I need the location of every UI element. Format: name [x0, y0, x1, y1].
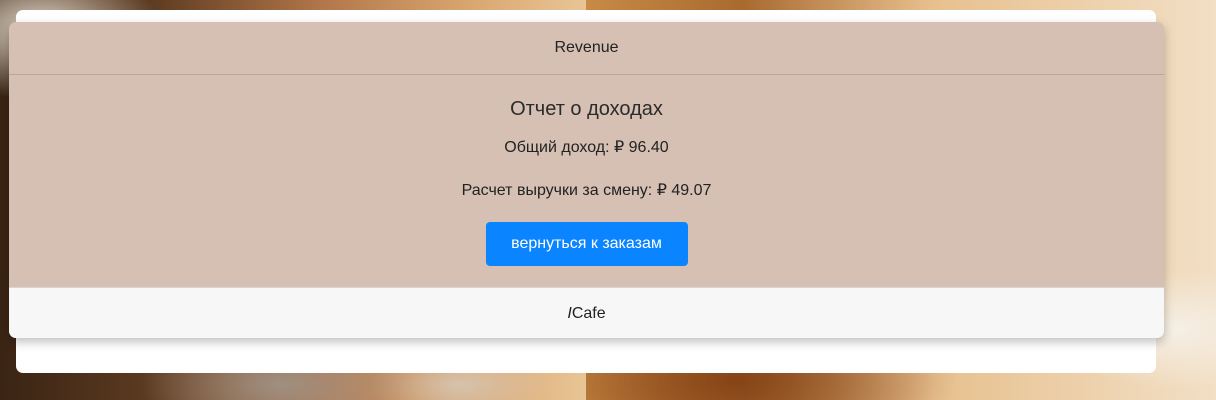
shift-revenue-value: ₽ 49.07	[656, 182, 712, 199]
shift-revenue-line: Расчет выручки за смену: ₽ 49.07	[462, 180, 712, 200]
total-revenue-label: Общий доход:	[504, 139, 610, 156]
card-header: Revenue	[9, 22, 1164, 75]
back-to-orders-button[interactable]: вернуться к заказам	[485, 222, 688, 266]
card-footer: ICafe	[9, 287, 1164, 338]
card-header-title: Revenue	[554, 39, 619, 56]
revenue-card: Revenue Отчет о доходах Общий доход: ₽ 9…	[9, 22, 1164, 338]
report-title: Отчет о доходах	[510, 98, 663, 120]
card-body: Отчет о доходах Общий доход: ₽ 96.40 Рас…	[9, 75, 1164, 287]
total-revenue-value: ₽ 96.40	[614, 139, 669, 156]
footer-brand: ICafe	[567, 305, 605, 323]
footer-brand-suffix: Cafe	[571, 304, 606, 322]
shift-revenue-label: Расчет выручки за смену:	[461, 182, 653, 199]
total-revenue-line: Общий доход: ₽ 96.40	[504, 137, 668, 157]
